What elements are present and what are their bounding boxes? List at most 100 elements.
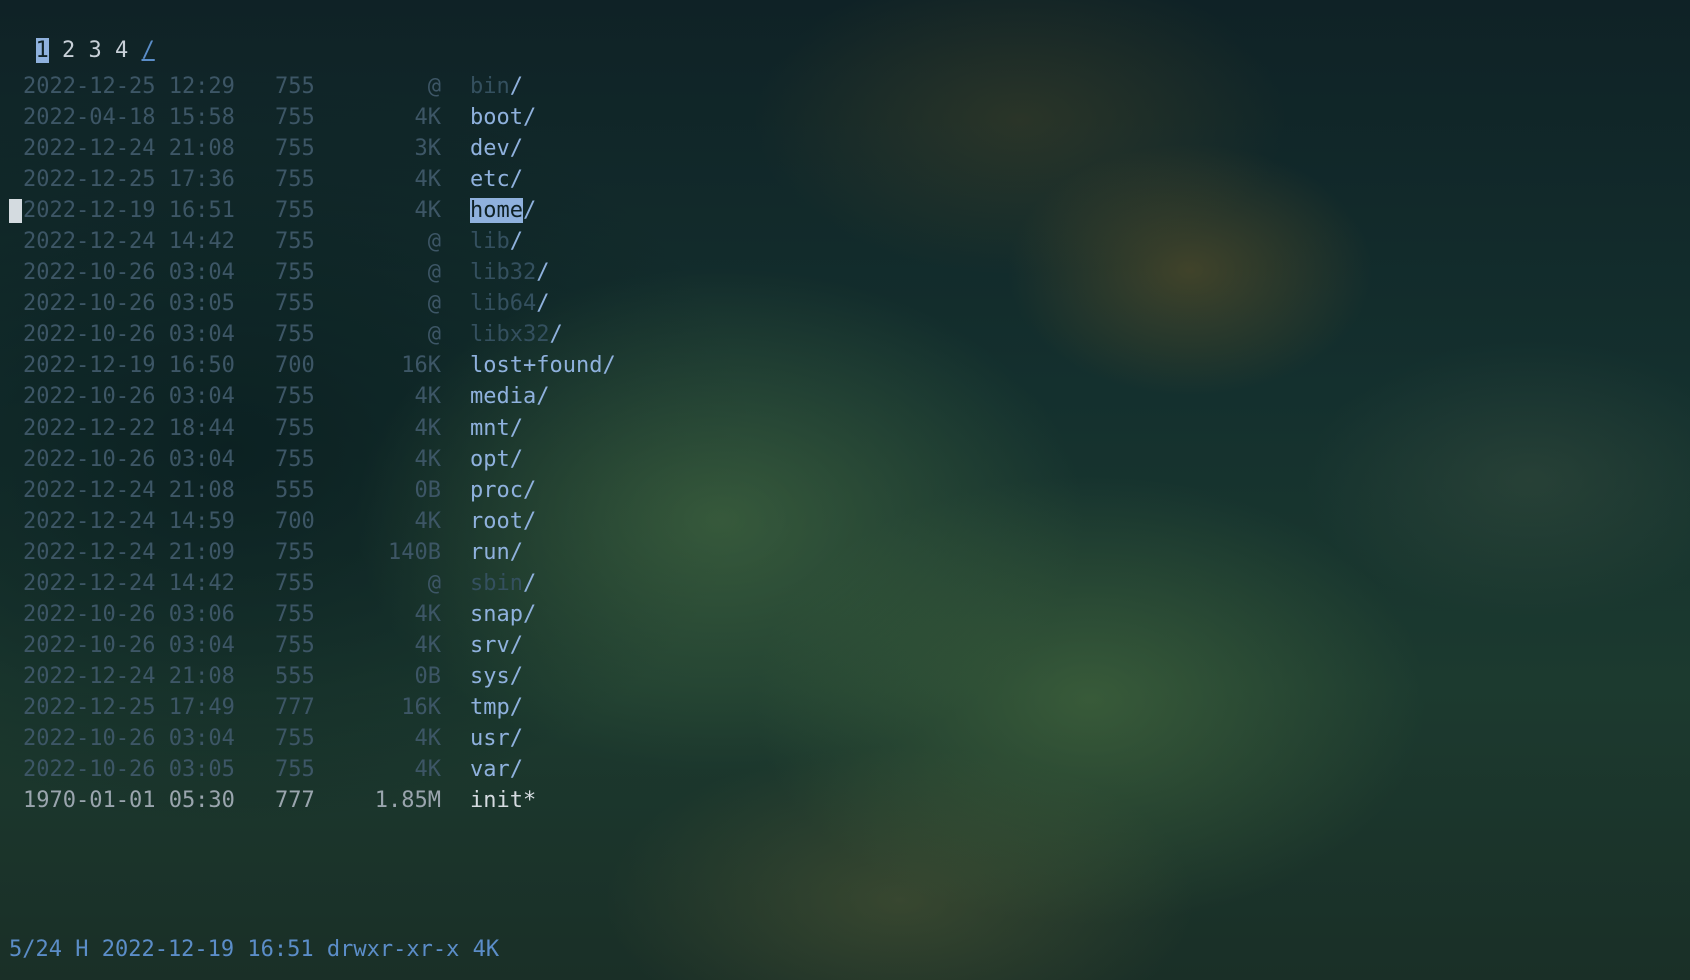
entry-name: srv	[470, 632, 510, 658]
entry-name: run	[470, 539, 510, 565]
list-item[interactable]: 2022-10-26 03:06 755 4K snap/	[0, 599, 700, 630]
list-item[interactable]: 2022-12-25 17:36 755 4K etc/	[0, 164, 700, 195]
list-item[interactable]: 2022-12-24 21:09 755 140B run/	[0, 537, 700, 568]
entry-type-suffix: /	[536, 260, 550, 286]
entry-permissions: 777	[275, 694, 315, 720]
entry-name-cell: sbin/	[470, 568, 536, 599]
entry-permissions: 755	[275, 757, 315, 783]
list-item[interactable]: 2022-10-26 03:04 755 4K opt/	[0, 444, 700, 475]
list-item[interactable]: 2022-10-26 03:04 755 @ lib32/	[0, 257, 700, 288]
entry-permissions: 555	[275, 477, 315, 503]
entry-name-cell: lib/	[470, 226, 523, 257]
entry-modified-date: 2022-12-24 14:59	[23, 508, 235, 534]
entry-type-suffix: /	[522, 198, 537, 224]
entry-size: @	[427, 260, 441, 286]
entry-type-suffix: /	[509, 167, 523, 193]
entry-name: proc	[470, 477, 523, 503]
entry-permissions: 755	[275, 291, 315, 317]
list-item[interactable]: 2022-12-19 16:50 700 16K lost+found/	[0, 350, 700, 381]
list-item[interactable]: 2022-12-24 14:59 700 4K root/	[0, 506, 700, 537]
entry-modified-date: 2022-12-24 21:08	[23, 136, 235, 162]
list-item[interactable]: 2022-10-26 03:04 755 4K media/	[0, 381, 700, 412]
list-item[interactable]: 2022-12-24 14:42 755 @ sbin/	[0, 568, 700, 599]
entry-permissions: 755	[275, 74, 315, 99]
entry-modified-date: 2022-10-26 03:05	[23, 757, 235, 783]
current-path[interactable]: /	[142, 38, 155, 63]
list-item[interactable]: 2022-12-24 21:08 755 3K dev/	[0, 133, 700, 164]
tab-1[interactable]: 1	[35, 38, 49, 63]
entry-name-cell: lib32/	[470, 257, 549, 288]
entry-type-suffix: *	[522, 788, 537, 814]
entry-name: media	[470, 384, 537, 410]
entry-modified-date: 2022-04-18 15:58	[23, 105, 235, 131]
entry-size: 3K	[414, 136, 442, 162]
entry-name: home	[470, 198, 523, 224]
entry-permissions: 755	[275, 415, 315, 441]
entry-name-cell: etc/	[470, 164, 523, 195]
entry-name: tmp	[470, 694, 510, 720]
list-item[interactable]: 2022-10-26 03:04 755 4K srv/	[0, 630, 700, 661]
list-item[interactable]: 2022-12-24 21:08 555 0B proc/	[0, 475, 700, 506]
entry-modified-date: 2022-12-25 17:49	[23, 694, 235, 720]
entry-name-cell: lib64/	[470, 288, 549, 319]
entry-modified-date: 2022-10-26 03:04	[23, 446, 235, 472]
entry-permissions: 555	[275, 663, 315, 689]
list-item[interactable]: 2022-10-26 03:05 755 @ lib64/	[0, 288, 700, 319]
entry-type-suffix: /	[509, 694, 523, 720]
tab-3[interactable]: 3	[89, 38, 102, 63]
list-item[interactable]: 2022-12-24 21:08 555 0B sys/	[0, 661, 700, 692]
entry-type-suffix: /	[509, 663, 523, 689]
entry-modified-date: 2022-10-26 03:06	[23, 601, 235, 627]
entry-size: @	[427, 570, 441, 596]
entry-permissions: 755	[275, 322, 315, 348]
entry-name: root	[470, 508, 523, 534]
list-item[interactable]: 1970-01-01 05:30 777 1.85M init*	[0, 785, 700, 816]
entry-modified-date: 2022-12-25 12:29	[23, 74, 235, 99]
tab-2[interactable]: 2	[62, 38, 75, 63]
entry-name: libx32	[470, 322, 550, 348]
entry-type-suffix: /	[509, 415, 523, 441]
entry-name: lib	[470, 229, 510, 255]
list-item[interactable]: 2022-12-25 17:49 777 16K tmp/	[0, 692, 700, 723]
entry-type-suffix: /	[602, 353, 616, 379]
cursor-indicator	[9, 199, 22, 224]
list-item[interactable]: 2022-12-22 18:44 755 4K mnt/	[0, 413, 700, 444]
entry-modified-date: 2022-12-24 14:42	[23, 229, 235, 255]
list-item[interactable]: 2022-10-26 03:05 755 4K var/	[0, 754, 700, 785]
entry-modified-date: 2022-10-26 03:04	[23, 384, 235, 410]
entry-modified-date: 2022-12-25 17:36	[23, 167, 235, 193]
entry-size: 4K	[414, 105, 442, 131]
list-item[interactable]: 2022-12-24 14:42 755 @ lib/	[0, 226, 700, 257]
list-item[interactable]: 2022-10-26 03:04 755 @ libx32/	[0, 319, 700, 350]
list-item-selected[interactable]: 2022-12-19 16:51 755 4K home/	[0, 195, 700, 226]
entry-name: init	[470, 788, 523, 814]
entry-size: 140B	[388, 539, 441, 565]
entry-modified-date: 2022-10-26 03:04	[23, 725, 235, 751]
entry-type-suffix: /	[522, 105, 537, 131]
entry-name: lib64	[470, 291, 537, 317]
file-list: 2022-12-25 12:29 755 @ bin/2022-04-18 15:58…	[0, 71, 700, 816]
entry-size: 4K	[414, 508, 442, 534]
list-item[interactable]: 2022-04-18 15:58 755 4K boot/	[0, 102, 700, 133]
list-item[interactable]: 2022-10-26 03:04 755 4K usr/	[0, 723, 700, 754]
entry-permissions: 755	[275, 384, 315, 410]
entry-name-cell: var/	[470, 754, 523, 785]
entry-type-suffix: /	[509, 757, 523, 783]
entry-type-suffix: /	[522, 508, 537, 534]
entry-type-suffix: /	[509, 446, 523, 472]
entry-type-suffix: /	[509, 539, 523, 565]
entry-name-cell: srv/	[470, 630, 523, 661]
entry-name: snap	[470, 601, 523, 627]
entry-modified-date: 2022-12-19 16:51	[23, 198, 235, 224]
entry-size: 4K	[414, 725, 442, 751]
entry-permissions: 755	[275, 570, 315, 596]
entry-name-cell: home/	[470, 195, 536, 226]
entry-name: opt	[470, 446, 510, 472]
entry-type-suffix: /	[536, 384, 550, 410]
entry-modified-date: 1970-01-01 05:30	[23, 788, 235, 814]
list-item[interactable]: 2022-12-25 12:29 755 @ bin/	[0, 71, 700, 102]
tab-4[interactable]: 4	[115, 38, 128, 63]
entry-size: @	[427, 229, 441, 255]
entry-size: 4K	[414, 601, 442, 627]
entry-permissions: 700	[275, 508, 315, 534]
